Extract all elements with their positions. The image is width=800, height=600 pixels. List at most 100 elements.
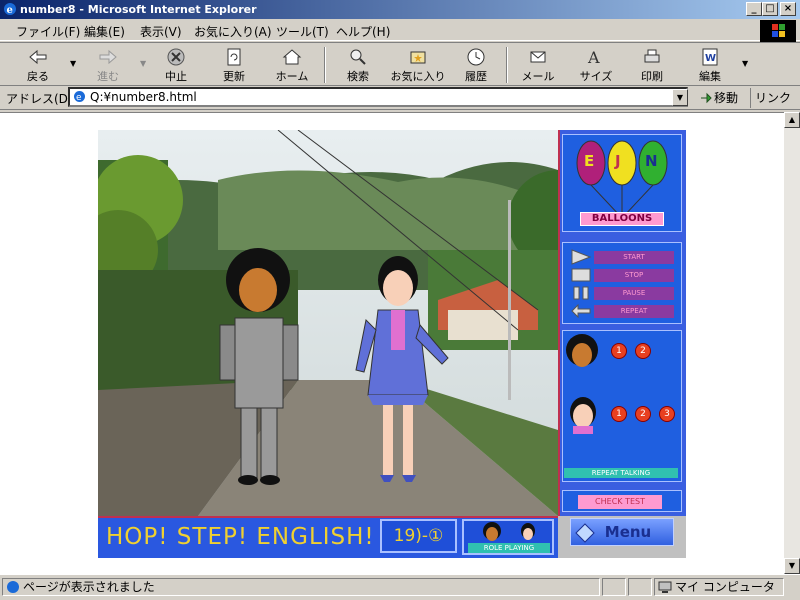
edit-dropdown-icon[interactable]: ▼ xyxy=(742,59,748,68)
favorites-button[interactable]: お気に入り xyxy=(388,45,448,85)
page-status-icon xyxy=(7,581,19,593)
menu-tools[interactable]: ツール(T) xyxy=(276,23,329,40)
stop-square-icon[interactable] xyxy=(570,268,592,282)
close-button[interactable]: × xyxy=(780,2,796,16)
maximize-button[interactable]: □ xyxy=(762,2,778,16)
pause-button[interactable]: PAUSE xyxy=(594,287,674,300)
vertical-scrollbar[interactable]: ▲ ▼ xyxy=(784,112,800,574)
history-icon xyxy=(467,48,485,66)
street-scene-image xyxy=(98,130,558,516)
girl-line-3-button[interactable]: 3 xyxy=(659,406,675,422)
ie-logo-icon: e xyxy=(4,3,16,16)
mail-button[interactable]: メール xyxy=(512,45,564,85)
mail-icon xyxy=(530,51,546,63)
menu-file[interactable]: ファイル(F) xyxy=(16,23,80,40)
repeat-talking-label[interactable]: REPEAT TALKING xyxy=(564,468,678,478)
page-title: HOP! STEP! ENGLISH! xyxy=(106,524,375,550)
balloon-n-letter: N xyxy=(645,152,658,170)
toolbar: 戻る ▼ 進む ▼ 中止 更新 ホーム 検索 お気に入り 履歴 メール A サイ… xyxy=(0,42,800,86)
mail-label: メール xyxy=(521,70,555,83)
svg-text:e: e xyxy=(76,93,82,103)
svg-text:A: A xyxy=(587,48,600,67)
font-size-button[interactable]: A サイズ xyxy=(570,45,622,85)
toolbar-separator xyxy=(324,47,326,83)
font-size-icon: A xyxy=(587,48,600,67)
home-label: ホーム xyxy=(275,70,309,83)
scroll-down-icon[interactable]: ▼ xyxy=(784,558,800,574)
boy-line-2-button[interactable]: 2 xyxy=(635,343,651,359)
forward-arrow-icon xyxy=(99,49,117,65)
back-arrow-icon xyxy=(29,49,47,65)
pause-icon[interactable] xyxy=(570,286,592,300)
go-arrow-icon xyxy=(701,92,712,104)
back-button[interactable]: 戻る xyxy=(12,45,64,85)
status-panel xyxy=(602,578,626,596)
favorites-label: お気に入り xyxy=(390,70,446,83)
search-button[interactable]: 検索 xyxy=(332,45,384,85)
menu-button-label: Menu xyxy=(604,523,652,541)
balloon-j-icon xyxy=(607,140,637,186)
history-button[interactable]: 履歴 xyxy=(450,45,502,85)
girl-mini-icon xyxy=(521,523,535,540)
home-button[interactable]: ホーム xyxy=(266,45,318,85)
page-icon: e xyxy=(74,91,85,103)
search-label: 検索 xyxy=(347,70,369,83)
go-button[interactable]: 移動 xyxy=(698,88,748,108)
boy-line-1-button[interactable]: 1 xyxy=(611,343,627,359)
scroll-up-icon[interactable]: ▲ xyxy=(784,112,800,128)
play-icon[interactable] xyxy=(570,249,592,265)
menu-bar: ファイル(F) 編集(E) 表示(V) お気に入り(A) ツール(T) ヘルプ(… xyxy=(0,19,800,41)
search-icon xyxy=(350,49,366,65)
check-test-button[interactable]: CHECK TEST xyxy=(578,495,662,509)
refresh-icon xyxy=(227,48,241,66)
repeat-button[interactable]: REPEAT xyxy=(594,305,674,318)
printer-icon xyxy=(644,49,660,63)
menu-edit[interactable]: 編集(E) xyxy=(84,23,125,40)
zone-label: マイ コンピュータ xyxy=(675,580,775,594)
back-dropdown-icon[interactable]: ▼ xyxy=(70,59,76,68)
repeat-icon[interactable] xyxy=(570,304,592,318)
address-dropdown-icon[interactable]: ▼ xyxy=(672,89,688,106)
role-playing-label: ROLE PLAYING xyxy=(468,543,550,553)
refresh-button[interactable]: 更新 xyxy=(208,45,260,85)
balloons-label[interactable]: BALLOONS xyxy=(580,212,664,226)
back-label: 戻る xyxy=(27,70,49,83)
window-title-bar: e number8 - Microsoft Internet Explorer xyxy=(0,0,800,19)
start-button[interactable]: START xyxy=(594,251,674,264)
address-value: Q:¥number8.html xyxy=(90,90,197,104)
menu-help[interactable]: ヘルプ(H) xyxy=(336,23,390,40)
print-button[interactable]: 印刷 xyxy=(626,45,678,85)
forward-button[interactable]: 進む xyxy=(82,45,134,85)
menu-button[interactable]: Menu xyxy=(570,518,674,546)
boy-avatar-icon[interactable] xyxy=(564,334,600,370)
print-label: 印刷 xyxy=(641,70,663,83)
links-button[interactable]: リンク » xyxy=(750,88,800,125)
girl-line-2-button[interactable]: 2 xyxy=(635,406,651,422)
forward-dropdown-icon[interactable]: ▼ xyxy=(140,59,146,68)
girl-avatar-icon[interactable] xyxy=(566,396,600,434)
zone-panel: マイ コンピュータ xyxy=(654,578,784,596)
edit-button[interactable]: W 編集 xyxy=(684,45,736,85)
minimize-button[interactable]: _ xyxy=(746,2,762,16)
menu-favorites[interactable]: お気に入り(A) xyxy=(194,23,272,40)
windows-logo-icon xyxy=(760,20,796,42)
forward-label: 進む xyxy=(97,70,119,83)
size-label: サイズ xyxy=(579,70,613,83)
menu-view[interactable]: 表示(V) xyxy=(140,23,182,40)
svg-text:W: W xyxy=(705,53,716,64)
history-label: 履歴 xyxy=(465,70,487,83)
svg-text:e: e xyxy=(7,5,13,16)
address-input[interactable]: e Q:¥number8.html xyxy=(68,87,688,107)
status-message-panel: ページが表示されました xyxy=(2,578,600,596)
boy-mini-icon xyxy=(483,522,501,541)
refresh-label: 更新 xyxy=(223,70,245,83)
girl-line-1-button[interactable]: 1 xyxy=(611,406,627,422)
stop-icon xyxy=(167,48,185,66)
stop-button-ctrl[interactable]: STOP xyxy=(594,269,674,282)
word-edit-icon: W xyxy=(702,48,718,66)
stop-button[interactable]: 中止 xyxy=(150,45,202,85)
role-playing-button[interactable]: ROLE PLAYING xyxy=(462,519,554,555)
status-panel xyxy=(628,578,652,596)
scene-photo xyxy=(98,130,558,516)
home-icon xyxy=(282,49,302,65)
